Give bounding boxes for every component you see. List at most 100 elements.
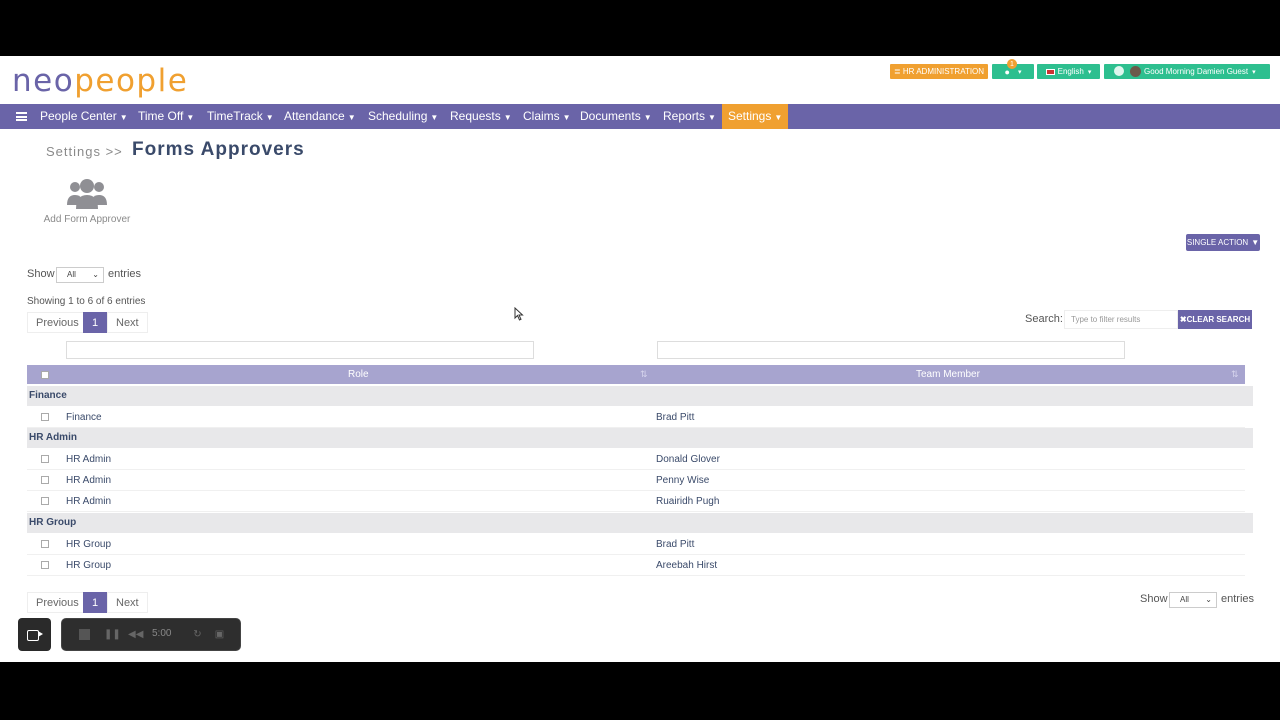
nav-claims[interactable]: Claims ▼: [523, 104, 571, 129]
table-header: Role ⇅ Team Member ⇅: [27, 365, 1245, 384]
team-member-cell: Brad Pitt: [656, 539, 695, 550]
nav-attendance[interactable]: Attendance ▼: [284, 104, 356, 129]
main-nav: People Center ▼ Time Off ▼ TimeTrack ▼ Atte…: [0, 104, 1280, 129]
trash-icon[interactable]: ▣: [214, 629, 225, 640]
nav-requests[interactable]: Requests ▼: [450, 104, 512, 129]
camera-toggle-button[interactable]: [18, 618, 51, 651]
flag-icon: [1045, 68, 1055, 75]
show-entries-value: All: [67, 270, 76, 279]
page-1-button-bottom[interactable]: 1: [83, 592, 107, 613]
nav-settings[interactable]: Settings ▼: [722, 104, 789, 129]
page-1-button[interactable]: 1: [83, 312, 107, 333]
chevron-down-icon: ▾: [1252, 68, 1256, 76]
nav-reports[interactable]: Reports ▼: [663, 104, 716, 129]
nav-label: Documents: [580, 109, 641, 123]
caret-down-icon: ▼: [708, 113, 716, 122]
caret-down-icon: ▼: [186, 113, 195, 122]
nav-label: TimeTrack: [207, 109, 263, 123]
role-cell: HR Admin: [66, 454, 112, 465]
chevron-down-icon: ▾: [1017, 68, 1022, 76]
role-cell: HR Group: [66, 560, 112, 571]
show-entries-select[interactable]: All ⌄: [56, 267, 104, 283]
single-action-button[interactable]: SINGLE ACTION ▼: [1186, 234, 1260, 251]
next-page-button[interactable]: Next: [107, 312, 148, 333]
next-page-button-bottom[interactable]: Next: [107, 592, 148, 613]
column-header-team-member[interactable]: Team Member: [916, 365, 980, 384]
nav-documents[interactable]: Documents ▼: [580, 104, 652, 129]
caret-down-icon: ▼: [265, 113, 274, 122]
breadcrumb[interactable]: Settings >>: [46, 144, 123, 159]
recorder-timer: 5:00: [152, 628, 172, 639]
caret-down-icon: ▼: [347, 113, 356, 122]
page-title: Forms Approvers: [132, 139, 305, 160]
clear-search-button[interactable]: ✖CLEAR SEARCH: [1178, 310, 1252, 329]
table-row[interactable]: HR Admin Donald Glover: [27, 449, 1245, 470]
entries-label-bottom: entries: [1221, 593, 1255, 605]
table-row[interactable]: HR Group Areebah Hirst: [27, 555, 1245, 576]
table-row[interactable]: Finance Brad Pitt: [27, 407, 1245, 428]
team-member-cell: Penny Wise: [656, 475, 710, 486]
group-row-hr-group: HR Group: [27, 513, 1253, 533]
hamburger-menu-icon[interactable]: [16, 112, 27, 121]
previous-page-button-bottom[interactable]: Previous: [27, 592, 88, 613]
app-logo[interactable]: neopeople: [12, 63, 188, 99]
add-form-approver-label: Add Form Approver: [43, 214, 131, 225]
table-row[interactable]: HR Admin Penny Wise: [27, 470, 1245, 491]
nav-label: Requests: [450, 109, 501, 123]
restart-icon[interactable]: ↻: [192, 629, 203, 640]
role-filter-input[interactable]: [66, 341, 534, 359]
rewind-icon[interactable]: ◀◀: [128, 629, 143, 640]
hr-administration-label: ≣ HR ADMINISTRATION: [893, 67, 985, 76]
caret-down-icon: ▼: [1251, 238, 1260, 247]
user-menu-button[interactable]: Good Morning Damien Guest ▾: [1104, 64, 1270, 79]
nav-label: People Center: [40, 109, 117, 123]
avatar: [1130, 66, 1141, 77]
team-member-cell: Donald Glover: [656, 454, 720, 465]
team-member-cell: Brad Pitt: [656, 412, 695, 423]
table-row[interactable]: HR Admin Ruairidh Pugh: [27, 491, 1245, 512]
previous-page-button[interactable]: Previous: [27, 312, 88, 333]
team-member-cell: Ruairidh Pugh: [656, 496, 720, 507]
logo-people-text: people: [74, 63, 189, 99]
row-checkbox[interactable]: [41, 476, 49, 484]
group-row-hr-admin: HR Admin: [27, 428, 1253, 448]
show-entries-select-bottom[interactable]: All ⌄: [1169, 592, 1217, 608]
nav-people-center[interactable]: People Center ▼: [40, 104, 128, 129]
nav-scheduling[interactable]: Scheduling ▼: [368, 104, 438, 129]
showing-entries-text: Showing 1 to 6 of 6 entries: [27, 296, 146, 307]
recorder-toolbar: ❚❚ ◀◀ 5:00 ↻ ▣: [61, 618, 241, 651]
nav-label: Reports: [663, 109, 706, 123]
role-cell: Finance: [66, 412, 102, 423]
row-checkbox[interactable]: [41, 455, 49, 463]
language-selector[interactable]: English ▾: [1037, 64, 1100, 79]
show-label: Show: [27, 268, 55, 280]
pause-icon[interactable]: ❚❚: [104, 629, 121, 640]
notifications-button[interactable]: ● 1 ▾: [992, 59, 1034, 79]
sort-icon[interactable]: ⇅: [1231, 369, 1241, 380]
language-label: English: [1057, 67, 1084, 76]
greeting-text: Good Morning Damien Guest: [1144, 67, 1249, 76]
single-action-label: SINGLE ACTION: [1186, 238, 1249, 247]
row-checkbox[interactable]: [41, 497, 49, 505]
row-checkbox[interactable]: [41, 540, 49, 548]
nav-time-off[interactable]: Time Off ▼: [138, 104, 194, 129]
entries-label: entries: [108, 268, 142, 280]
settings-gear-icon[interactable]: [1114, 66, 1124, 76]
column-header-role[interactable]: Role: [348, 365, 369, 384]
team-member-filter-input[interactable]: [657, 341, 1125, 359]
add-form-approver-button[interactable]: Add Form Approver: [42, 178, 132, 226]
sort-icon[interactable]: ⇅: [640, 369, 650, 380]
hr-administration-button[interactable]: ≣ HR ADMINISTRATION: [890, 64, 988, 79]
logo-neo-text: neo: [12, 63, 75, 99]
row-checkbox[interactable]: [41, 561, 49, 569]
select-all-checkbox[interactable]: [41, 371, 49, 379]
search-input[interactable]: Type to filter results: [1064, 310, 1178, 329]
nav-timetrack[interactable]: TimeTrack ▼: [207, 104, 274, 129]
nav-label: Settings: [728, 109, 772, 123]
chevron-down-icon: ⌄: [1205, 595, 1212, 604]
stop-icon[interactable]: [79, 629, 90, 640]
chevron-down-icon: ⌄: [92, 270, 99, 279]
row-checkbox[interactable]: [41, 413, 49, 421]
nav-label: Time Off: [138, 109, 184, 123]
table-row[interactable]: HR Group Brad Pitt: [27, 534, 1245, 555]
